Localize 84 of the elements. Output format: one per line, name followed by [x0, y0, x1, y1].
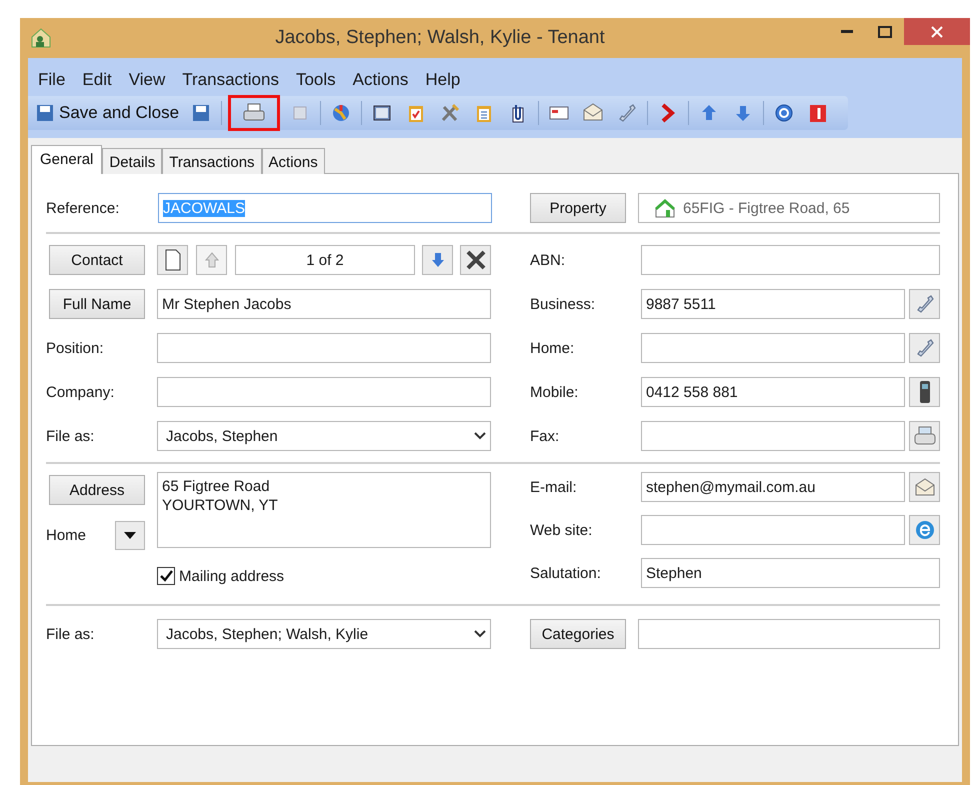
input-field[interactable]: [641, 515, 905, 545]
fax-machine-icon: [912, 425, 936, 447]
web-button[interactable]: [909, 515, 940, 545]
maximize-icon: [878, 26, 892, 38]
dropdown-field[interactable]: Jacobs, Stephen: [157, 421, 491, 451]
field-label: Reference:: [46, 200, 120, 216]
arrow-down-icon: [430, 252, 446, 268]
field-label: E-mail:: [530, 478, 578, 496]
menu-item[interactable]: Help: [419, 68, 472, 92]
record-counter: 1 of 2: [235, 245, 415, 275]
chevron-down-icon: [474, 432, 486, 440]
input-field[interactable]: [641, 421, 905, 451]
address-type-dropdown[interactable]: [115, 521, 145, 550]
input-field[interactable]: [641, 333, 905, 363]
field-label: Home:: [530, 340, 576, 356]
menu-item[interactable]: View: [122, 68, 176, 92]
close-icon: [464, 249, 486, 271]
tools-icon: [439, 102, 462, 124]
property-button[interactable]: Property: [530, 193, 626, 223]
browser-logo-icon: [914, 519, 936, 541]
new-button[interactable]: [157, 245, 188, 275]
menu-item[interactable]: Transactions: [176, 68, 290, 92]
document-icon: [164, 249, 180, 271]
input-field[interactable]: 9887 5511: [641, 289, 905, 319]
address-button[interactable]: Address: [49, 475, 145, 505]
close-icon: [931, 26, 943, 38]
tab[interactable]: General: [31, 145, 102, 174]
mobile-phone-icon: [918, 380, 930, 404]
address-type-label: Home: [46, 527, 88, 544]
print-button[interactable]: [228, 95, 280, 131]
window-title: Jacobs, Stephen; Walsh, Kylie - Tenant: [274, 27, 606, 49]
tab[interactable]: Actions: [262, 148, 325, 174]
menu-item[interactable]: Tools: [290, 68, 347, 92]
checkbox-label: Mailing address: [179, 568, 284, 584]
input-field[interactable]: stephen@mymail.com.au: [641, 472, 905, 502]
field-label: ABN:: [530, 252, 566, 268]
email-button[interactable]: [909, 472, 940, 502]
field-label: Position:: [46, 340, 105, 356]
input-field[interactable]: [641, 245, 940, 275]
tab[interactable]: Details: [102, 148, 162, 174]
next-button[interactable]: [422, 245, 453, 275]
menu-item[interactable]: Edit: [76, 68, 123, 92]
arrow-up-icon: [204, 252, 220, 268]
property-field[interactable]: 65FIG - Figtree Road, 65: [638, 193, 940, 223]
house-person-icon: [30, 27, 52, 49]
minimize-icon: [841, 30, 853, 33]
address-textarea[interactable]: 65 Figtree Road YOURTOWN, YT: [157, 472, 491, 548]
field-label: File as:: [46, 626, 96, 642]
dropdown-field[interactable]: Jacobs, Stephen; Walsh, Kylie: [157, 619, 491, 649]
mobile-button[interactable]: [909, 377, 940, 407]
house-icon: [653, 197, 677, 219]
envelope-icon: [914, 477, 936, 497]
field-label: Fax:: [530, 428, 560, 444]
field-label: Web site:: [530, 522, 594, 538]
contact-button[interactable]: Contact: [49, 245, 145, 275]
field-label: Salutation:: [530, 564, 602, 582]
categories-field[interactable]: [638, 619, 940, 649]
tab[interactable]: Transactions: [162, 148, 262, 174]
input-field[interactable]: Mr Stephen Jacobs: [157, 289, 491, 319]
delete-button[interactable]: [460, 245, 491, 275]
previous-button[interactable]: [196, 245, 227, 275]
help-icon: [773, 102, 796, 124]
save-icon: [34, 102, 56, 124]
input-field[interactable]: Stephen: [641, 558, 940, 588]
triangle-down-icon: [124, 532, 136, 539]
name-button[interactable]: Full Name: [49, 289, 145, 319]
save-and-close-button[interactable]: Save and Close: [32, 100, 182, 126]
input-field[interactable]: [157, 333, 491, 363]
dial-button[interactable]: [909, 289, 940, 319]
checkbox[interactable]: [157, 567, 175, 585]
close-button[interactable]: [904, 18, 970, 45]
fax-button[interactable]: [909, 421, 940, 451]
menu-item[interactable]: Actions: [346, 68, 420, 92]
field-label: Business:: [530, 296, 596, 312]
input-field[interactable]: [157, 377, 491, 407]
field-label: Mobile:: [530, 384, 580, 400]
field-label: Company:: [46, 384, 116, 400]
chevron-down-icon: [474, 630, 486, 638]
field-value: JACOWALS: [163, 200, 245, 216]
input-field[interactable]: 0412 558 881: [641, 377, 905, 407]
field-label: File as:: [46, 428, 96, 444]
menu-item[interactable]: File: [32, 68, 76, 92]
dial-button[interactable]: [909, 333, 940, 363]
categories-button[interactable]: Categories: [530, 619, 626, 649]
